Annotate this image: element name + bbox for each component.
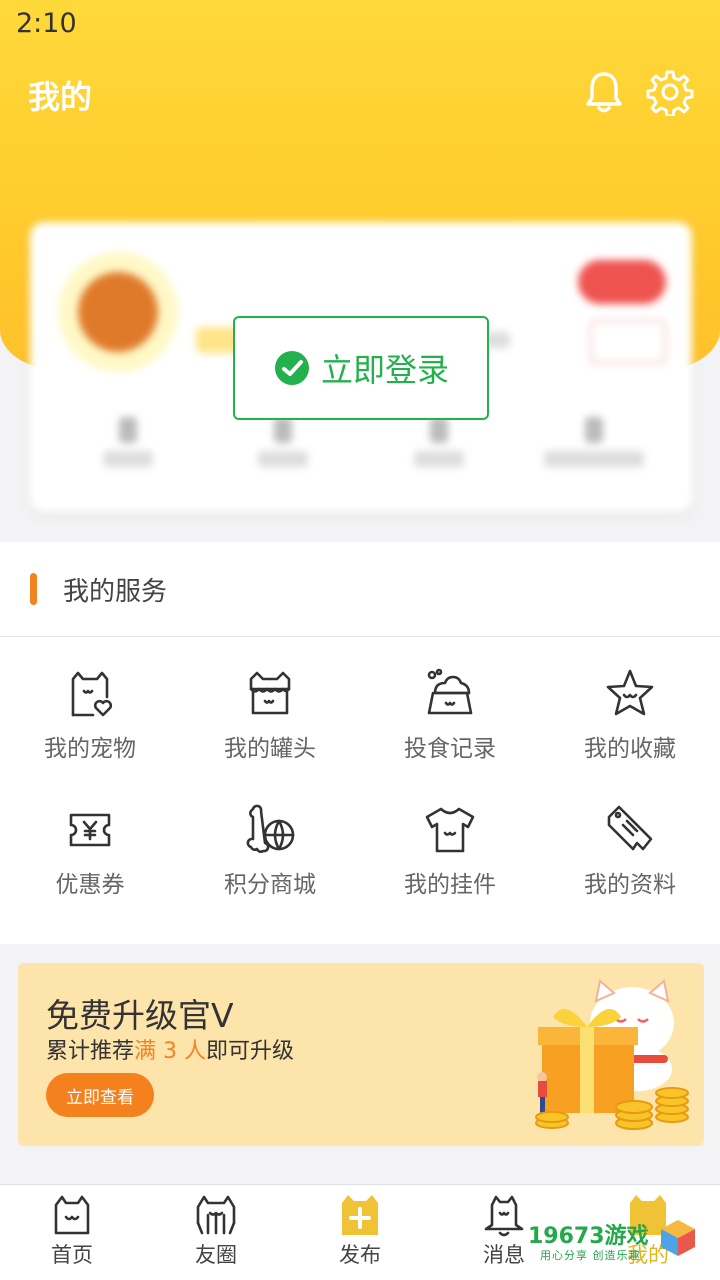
nav-label: 首页 (51, 1243, 93, 1267)
publish-plus-icon (342, 1195, 378, 1235)
service-my-cans[interactable]: 我的罐头 (180, 667, 360, 803)
upgrade-banner[interactable]: 免费升级官V 累计推荐满 3 人即可升级 立即查看 (18, 963, 704, 1146)
gear-icon[interactable] (646, 68, 694, 116)
star-icon (606, 669, 654, 716)
service-label: 优惠券 (55, 872, 125, 898)
watermark-brand: 19673游戏 (528, 1224, 649, 1249)
lucky-cat-gift-illustration (535, 979, 689, 1130)
services-header: 我的服务 (0, 542, 720, 637)
nav-friends[interactable]: 友圈 (144, 1185, 288, 1280)
feeding-bowl-icon (427, 668, 473, 715)
page-title: 我的 (28, 78, 93, 116)
status-time: 2:10 (16, 8, 77, 39)
service-my-pets[interactable]: 我的宠物 (0, 667, 180, 803)
service-label: 我的挂件 (404, 872, 496, 898)
service-label: 积分商城 (224, 872, 316, 898)
profile-tag-icon (607, 805, 653, 851)
friends-icon (196, 1195, 236, 1235)
shirt-icon (425, 807, 475, 853)
nav-label: 消息 (483, 1243, 525, 1267)
home-cat-icon (54, 1195, 90, 1235)
profile-stats (50, 417, 672, 487)
login-button[interactable]: 立即登录 (233, 316, 489, 420)
service-my-pendants[interactable]: 我的挂件 (360, 803, 540, 939)
service-label: 我的收藏 (584, 736, 676, 762)
message-bell-icon (484, 1195, 524, 1237)
banner-highlight: 满 3 人 (134, 1039, 206, 1064)
service-points-mall[interactable]: 积分商城 (180, 803, 360, 939)
wechat-icon (274, 351, 309, 385)
banner-subtitle: 累计推荐满 3 人即可升级 (46, 1039, 295, 1064)
nav-label: 发布 (339, 1243, 381, 1267)
avatar (58, 252, 178, 372)
service-label: 投食记录 (404, 736, 496, 762)
banner-title: 免费升级官V (46, 996, 234, 1035)
service-my-profile[interactable]: 我的资料 (540, 803, 720, 939)
service-coupons[interactable]: 优惠券 (0, 803, 180, 939)
coupon-icon (69, 813, 111, 847)
pet-heart-icon (71, 671, 113, 717)
nav-publish[interactable]: 发布 (288, 1185, 432, 1280)
view-now-button[interactable]: 立即查看 (46, 1073, 154, 1117)
nav-label: 友圈 (195, 1243, 237, 1267)
sign-in-pill (578, 260, 666, 304)
points-mall-icon (246, 804, 295, 853)
service-label: 我的罐头 (224, 736, 316, 762)
login-label: 立即登录 (320, 351, 449, 389)
services-grid: 我的宠物 我的罐头 投食记录 我的收藏 优惠券 积分商城 我的挂件 我的资料 (0, 637, 720, 939)
nav-home[interactable]: 首页 (0, 1185, 144, 1280)
bell-icon[interactable] (580, 68, 628, 116)
service-label: 我的资料 (584, 872, 676, 898)
can-icon (249, 671, 291, 715)
services-section: 我的服务 我的宠物 我的罐头 投食记录 我的收藏 优惠券 积分商城 我的挂件 我… (0, 542, 720, 944)
service-my-favorites[interactable]: 我的收藏 (540, 667, 720, 803)
section-accent-bar (30, 573, 37, 605)
watermark-tagline: 用心分享 创造乐趣 (540, 1249, 641, 1262)
watermark-cube-icon (661, 1220, 695, 1256)
edit-pill (590, 320, 666, 364)
service-feeding-record[interactable]: 投食记录 (360, 667, 540, 803)
service-label: 我的宠物 (44, 736, 136, 762)
services-title: 我的服务 (63, 576, 168, 607)
